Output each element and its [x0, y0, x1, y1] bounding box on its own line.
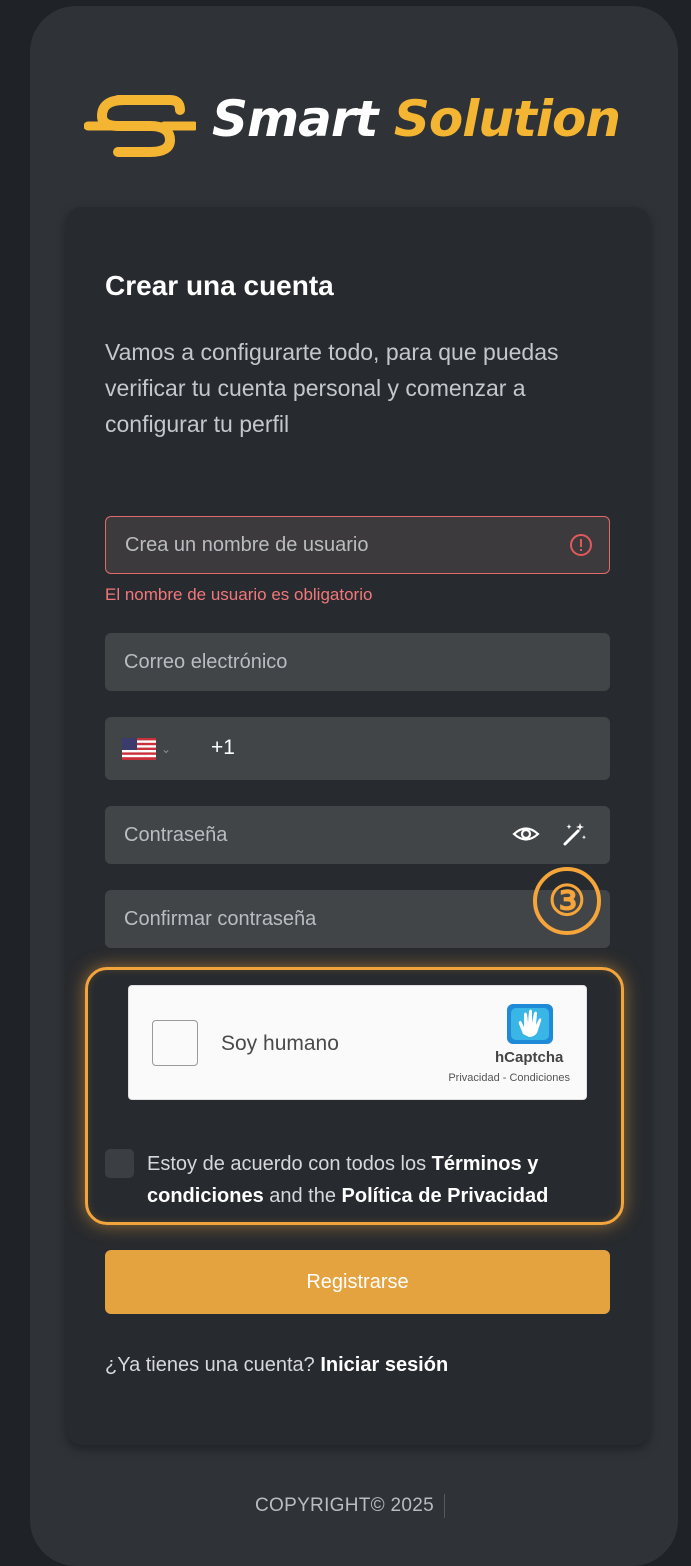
hcaptcha-widget: Soy humano hCaptcha Privacidad - Condici…	[128, 985, 587, 1100]
email-input[interactable]	[105, 633, 610, 691]
hcaptcha-links[interactable]: Privacidad - Condiciones	[448, 1072, 570, 1084]
eye-icon[interactable]	[512, 822, 540, 846]
brand-logo: Smart Solution	[84, 84, 644, 164]
hcaptcha-brand: hCaptcha	[495, 1049, 564, 1066]
chevron-down-icon: ⌄	[161, 742, 172, 756]
magic-wand-icon[interactable]	[560, 820, 588, 848]
username-error-message: El nombre de usuario es obligatorio	[105, 585, 373, 604]
page-subtitle: Vamos a configurarte todo, para que pued…	[105, 339, 559, 437]
phone-field: ⌄ +1	[105, 717, 610, 780]
login-link[interactable]: Iniciar sesión	[320, 1354, 448, 1376]
terms-text: Estoy de acuerdo con todos los Términos …	[147, 1148, 597, 1212]
us-flag-icon	[122, 738, 156, 760]
brand-word-smart: Smart	[212, 90, 378, 148]
login-prompt-line: ¿Ya tienes una cuenta? Iniciar sesión	[105, 1354, 448, 1377]
terms-prefix: Estoy de acuerdo con todos los	[147, 1153, 432, 1175]
password-field	[105, 806, 610, 864]
terms-middle: and the	[263, 1185, 342, 1207]
captcha-checkbox[interactable]	[152, 1020, 198, 1066]
step-badge: ③	[533, 867, 601, 935]
email-field	[105, 633, 610, 691]
logo-mark-icon	[84, 95, 196, 157]
terms-checkbox[interactable]	[105, 1149, 134, 1178]
dial-code: +1	[211, 736, 235, 759]
copyright-text: COPYRIGHT© 2025	[255, 1495, 434, 1516]
register-button[interactable]: Registrarse	[105, 1250, 610, 1314]
alert-circle-icon	[570, 534, 592, 556]
country-selector[interactable]: ⌄	[105, 717, 185, 780]
username-field	[105, 516, 610, 574]
phone-input[interactable]	[245, 717, 605, 780]
captcha-label: Soy humano	[221, 1032, 339, 1055]
brand-name: Smart Solution	[212, 90, 621, 148]
privacy-link[interactable]: Política de Privacidad	[342, 1185, 549, 1207]
username-input[interactable]	[106, 517, 609, 573]
footer-divider	[444, 1494, 445, 1518]
brand-word-solution: Solution	[393, 90, 621, 148]
page-title: Crear una cuenta	[105, 270, 334, 301]
hcaptcha-logo-icon	[507, 1004, 553, 1044]
login-prompt: ¿Ya tienes una cuenta?	[105, 1354, 315, 1376]
